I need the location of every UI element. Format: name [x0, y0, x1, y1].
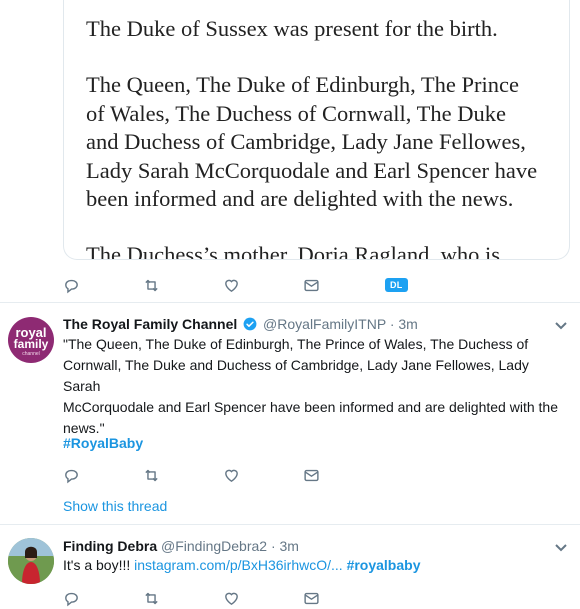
hashtag-link[interactable]: #RoyalBaby [63, 433, 563, 454]
retweet-button[interactable] [143, 274, 223, 296]
reply-icon [65, 592, 78, 606]
statement-line: The Duke of Sussex was present for the b… [86, 16, 498, 41]
dl-badge: DL [385, 278, 408, 292]
avatar[interactable] [8, 538, 54, 584]
tweet-text-line: McCorquodale and Earl Spencer have been … [63, 399, 558, 415]
heart-icon [225, 469, 238, 482]
tweet-header: Finding Debra @FindingDebra2 · 3m [63, 537, 299, 555]
avatar-logo-text: channel [22, 351, 40, 357]
message-button[interactable] [303, 464, 383, 486]
tweet-header: The Royal Family Channel @RoyalFamilyITN… [63, 315, 418, 333]
chevron-down-icon[interactable] [554, 321, 568, 331]
chevron-down-icon[interactable] [554, 543, 568, 553]
statement-line: been informed and are delighted with the… [86, 186, 514, 211]
tweet-actions [63, 464, 383, 486]
statement-line: and Duchess of Cambridge, Lady Jane Fell… [86, 129, 526, 154]
tweet-text-line: "The Queen, The Duke of Edinburgh, The P… [63, 336, 529, 352]
avatar-photo [8, 538, 54, 584]
reply-icon [65, 469, 78, 483]
heart-icon [225, 279, 238, 292]
like-button[interactable] [223, 464, 303, 486]
tweet-text: "The Queen, The Duke of Edinburgh, The P… [63, 334, 563, 439]
user-handle[interactable]: @FindingDebra2 [161, 538, 267, 554]
envelope-icon [304, 469, 319, 481]
tweet-text-line: Cornwall, The Duke and Duchess of Cambri… [63, 357, 529, 394]
tweet-actions [63, 587, 383, 609]
display-name[interactable]: Finding Debra [63, 538, 157, 554]
extension-badge-button[interactable]: DL [383, 274, 463, 296]
reply-icon [65, 279, 78, 293]
message-button[interactable] [303, 274, 383, 296]
like-button[interactable] [223, 274, 303, 296]
statement-line-partial: The Duchess’s mother, Doria Ragland, who… [86, 242, 501, 260]
avatar[interactable]: royal family channel [8, 317, 54, 363]
tweet-text-prefix: It's a boy!!! [63, 557, 135, 573]
tweet-actions: DL [63, 274, 463, 296]
message-button[interactable] [303, 587, 383, 609]
like-button[interactable] [223, 587, 303, 609]
instagram-link[interactable]: instagram.com/p/BxH36irhwcO/... [134, 557, 343, 573]
user-handle[interactable]: @RoyalFamilyITNP [263, 316, 386, 332]
retweet-button[interactable] [143, 464, 223, 486]
avatar-logo-text: family [13, 337, 49, 351]
tweet-divider [0, 302, 580, 303]
retweet-icon [145, 469, 158, 481]
retweet-icon [145, 592, 158, 604]
retweet-icon [145, 279, 158, 291]
tweet-timestamp[interactable]: · 3m [390, 316, 418, 332]
heart-icon [225, 592, 238, 605]
statement-paragraph: The Queen, The Duke of Edinburgh, The Pr… [86, 71, 537, 214]
envelope-icon [304, 279, 319, 291]
tweet-text: It's a boy!!! instagram.com/p/BxH36irhwc… [63, 555, 563, 576]
tweet-timestamp[interactable]: · 3m [271, 538, 299, 554]
reply-button[interactable] [63, 464, 143, 486]
tweet-divider [0, 524, 580, 525]
statement-line: of Wales, The Duchess of Cornwall, The D… [86, 100, 506, 126]
statement-image-card[interactable]: The Duke of Sussex was present for the b… [63, 0, 570, 260]
retweet-button[interactable] [143, 587, 223, 609]
reply-button[interactable] [63, 274, 143, 296]
display-name[interactable]: The Royal Family Channel [63, 316, 237, 332]
show-thread-link[interactable]: Show this thread [63, 498, 167, 514]
reply-button[interactable] [63, 587, 143, 609]
verified-badge-icon [243, 317, 257, 331]
statement-line: The Queen, The Duke of Edinburgh, The Pr… [86, 72, 520, 97]
statement-line: Lady Sarah McCorquodale and Earl Spencer… [86, 157, 538, 183]
hashtag-link[interactable]: #royalbaby [347, 557, 421, 573]
envelope-icon [304, 592, 319, 604]
